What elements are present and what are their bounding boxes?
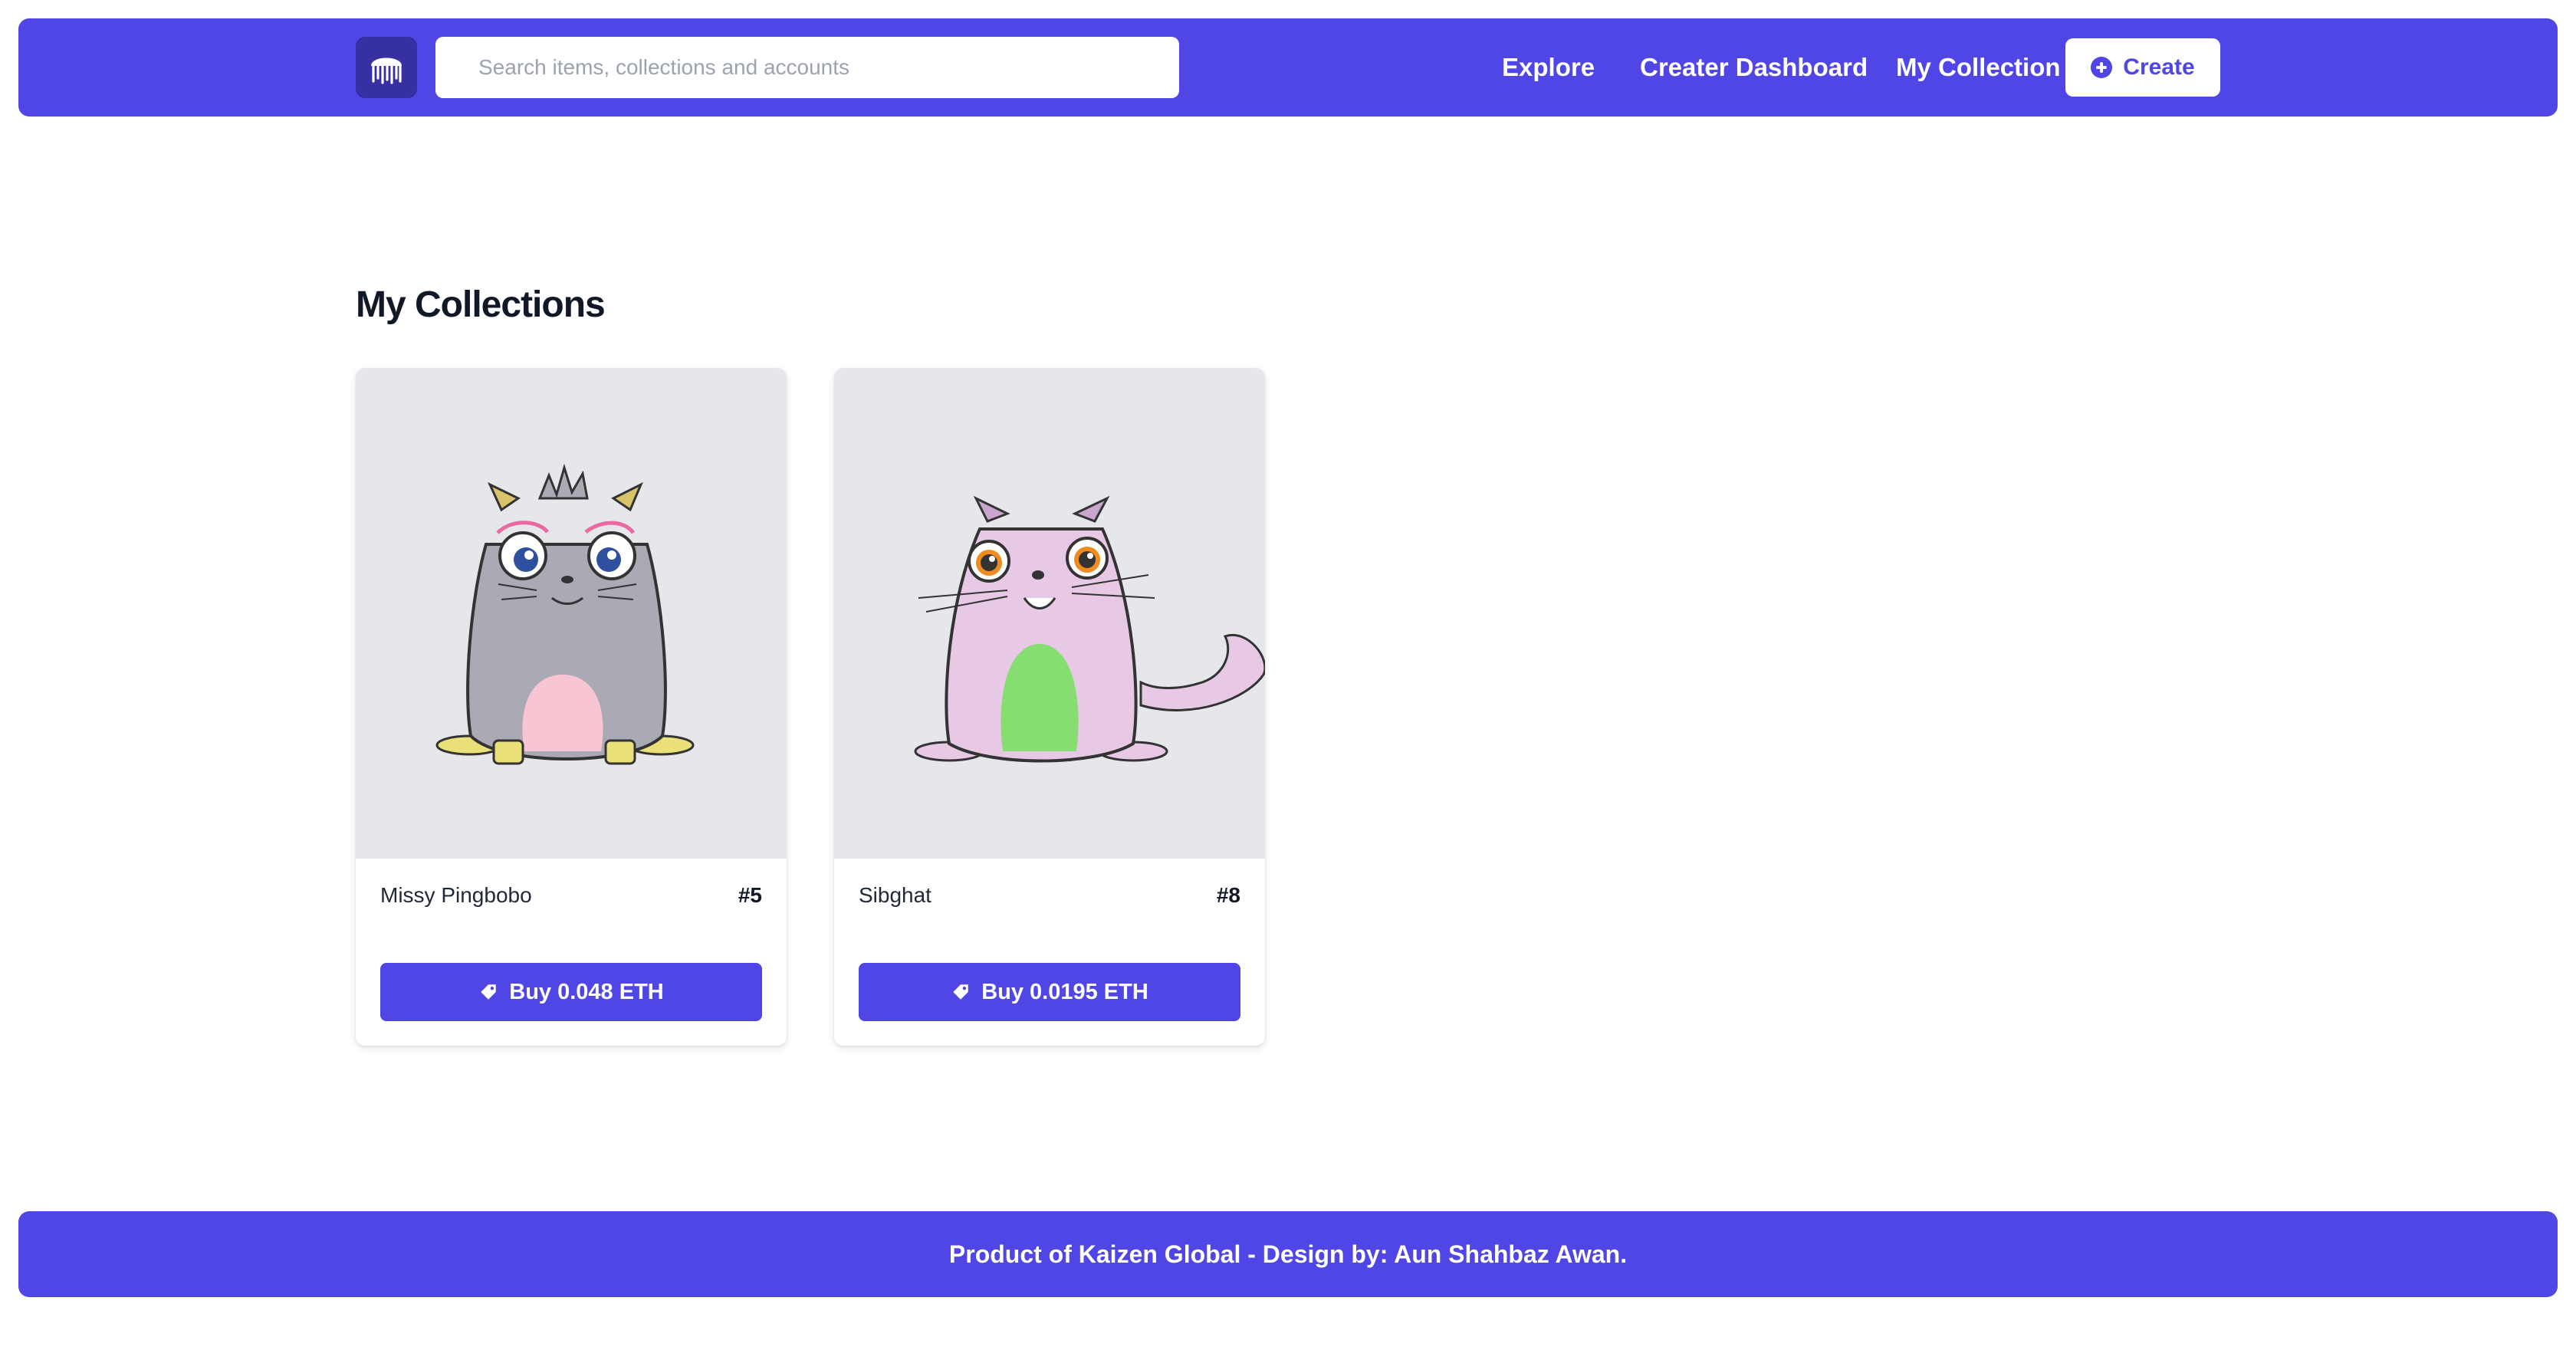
logo-icon[interactable] (356, 37, 417, 98)
top-navbar: Search items, collections and accounts E… (18, 18, 2558, 117)
price-tag-icon (953, 984, 968, 1000)
buy-button[interactable]: Buy 0.048 ETH (380, 963, 762, 1021)
nft-image-grey-cat[interactable] (356, 368, 787, 859)
buy-button-label: Buy 0.048 ETH (509, 979, 664, 1004)
nft-name: Sibghat (859, 883, 932, 907)
create-button[interactable]: Create (2065, 38, 2220, 97)
jellyfish-logo-icon (371, 57, 402, 84)
search-placeholder: Search items, collections and accounts (478, 55, 850, 79)
nft-card[interactable]: Sibghat #8 Buy 0.0195 ETH (834, 368, 1265, 1046)
buy-button[interactable]: Buy 0.0195 ETH (859, 963, 1240, 1021)
plus-circle-icon (2091, 57, 2113, 78)
nft-id: #5 (738, 883, 762, 907)
grey-cat-illustration (435, 463, 695, 765)
nav-creator-dashboard-link[interactable]: Creater Dashboard (1640, 53, 1868, 82)
nft-image-pink-cat[interactable] (834, 368, 1265, 859)
footer-text: Product of Kaizen Global - Design by: Au… (948, 1240, 1628, 1268)
nav-explore-link[interactable]: Explore (1502, 53, 1595, 82)
price-tag-icon (481, 984, 496, 1000)
nft-card[interactable]: Missy Pingbobo #5 Buy 0.048 ETH (356, 368, 787, 1046)
nft-id: #8 (1216, 883, 1240, 907)
nav-my-collection-link[interactable]: My Collection (1896, 53, 2061, 82)
search-input[interactable]: Search items, collections and accounts (435, 37, 1179, 98)
buy-button-label: Buy 0.0195 ETH (981, 979, 1148, 1004)
nft-name: Missy Pingbobo (380, 883, 532, 907)
footer: Product of Kaizen Global - Design by: Au… (18, 1211, 2558, 1297)
pink-cat-illustration (914, 495, 1265, 763)
page-title: My Collections (356, 284, 606, 325)
create-button-label: Create (2123, 54, 2195, 80)
